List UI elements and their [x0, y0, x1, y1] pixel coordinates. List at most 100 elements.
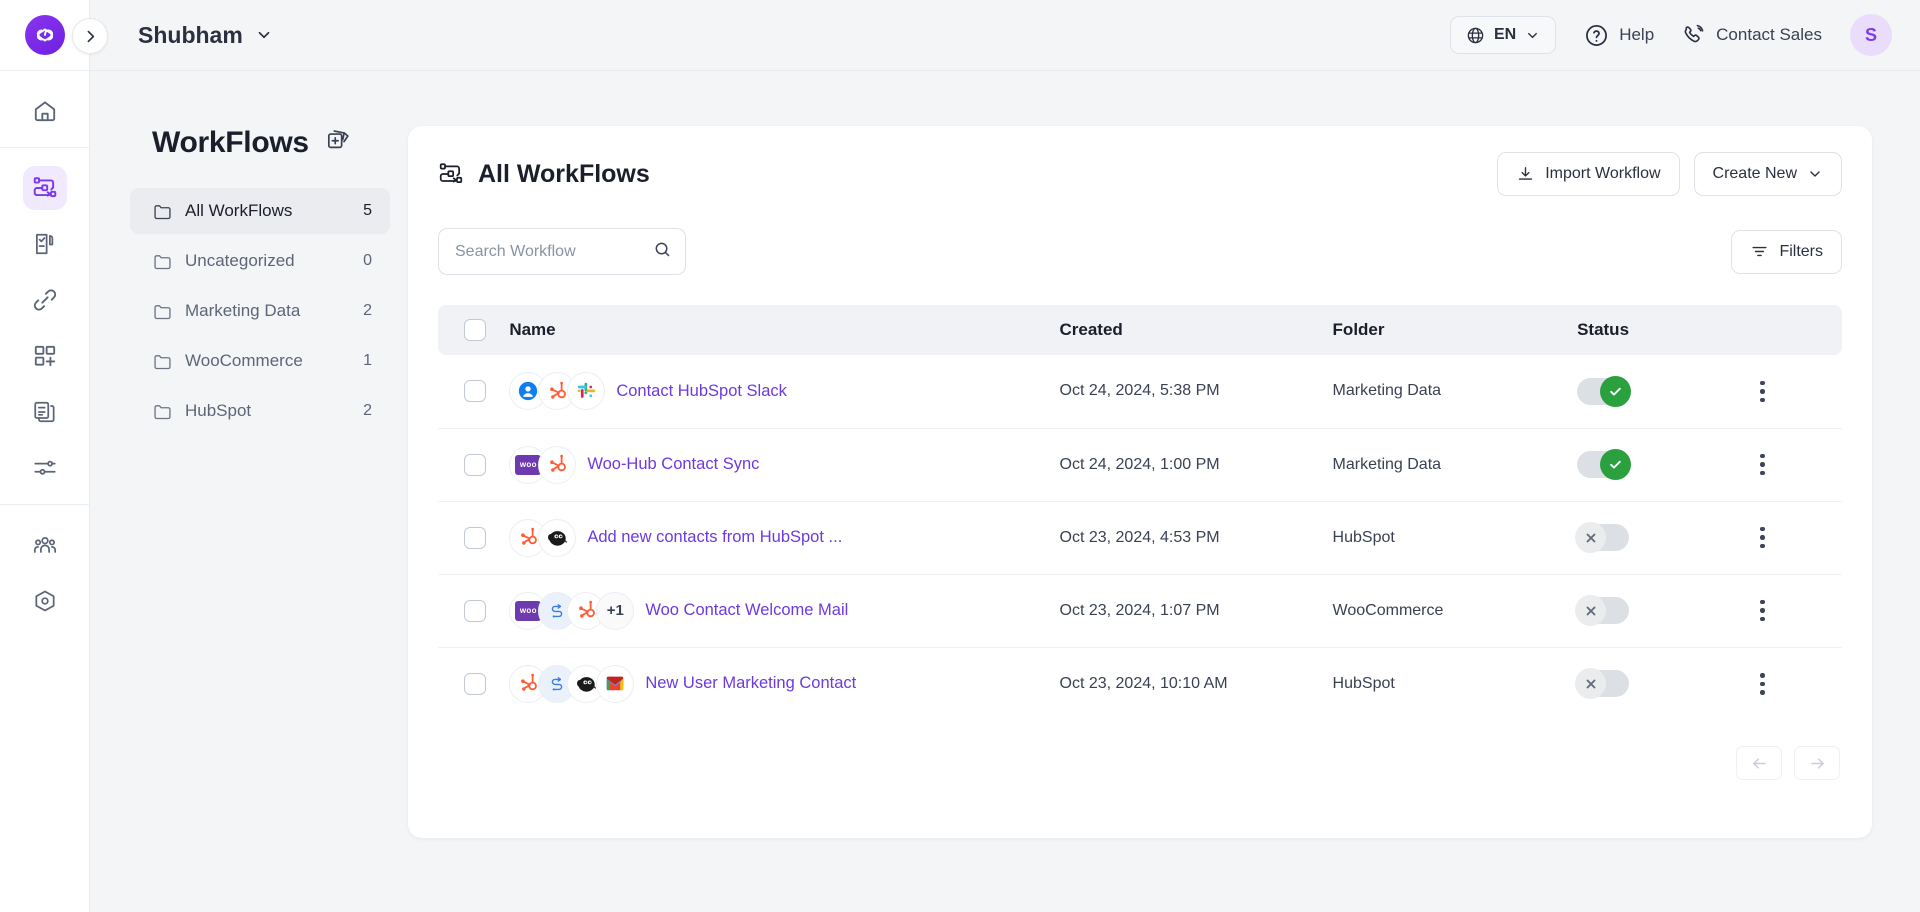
row-folder-cell: WooCommerce [1332, 574, 1578, 648]
card-title: All WorkFlows [438, 160, 650, 189]
row-checkbox[interactable] [464, 453, 486, 476]
sidebar-expand-button[interactable] [72, 18, 108, 54]
sidebar-item-apps[interactable] [23, 334, 67, 378]
row-select-cell [438, 501, 510, 575]
folder-item-woocommerce[interactable]: WooCommerce 1 [130, 338, 390, 384]
row-select-cell [438, 574, 510, 648]
select-all-checkbox[interactable] [464, 319, 486, 341]
row-actions-menu[interactable] [1750, 453, 1774, 476]
workflow-name-link[interactable]: New User Marketing Contact [645, 674, 856, 693]
pagination-next-button[interactable] [1794, 746, 1840, 780]
toolbar: Filters [438, 228, 1842, 275]
status-toggle[interactable] [1577, 449, 1632, 480]
folder-item-all-workflows[interactable]: All WorkFlows 5 [130, 188, 390, 234]
row-checkbox[interactable] [464, 380, 486, 403]
toggle-knob-off-icon [1575, 595, 1607, 626]
row-created-cell: Oct 23, 2024, 1:07 PM [1059, 574, 1333, 648]
workspace-switcher[interactable]: Shubham [138, 22, 273, 49]
workflow-name-link[interactable]: Woo Contact Welcome Mail [645, 601, 848, 620]
table-row[interactable]: woo [438, 428, 1842, 502]
column-header-name: Name [509, 305, 1060, 355]
row-actions-menu[interactable] [1750, 380, 1774, 402]
row-folder-cell: Marketing Data [1332, 355, 1578, 429]
status-toggle[interactable] [1575, 595, 1630, 626]
row-select-cell [438, 647, 509, 720]
search-input[interactable] [438, 228, 686, 275]
row-checkbox[interactable] [464, 599, 486, 622]
workflow-name-link[interactable]: Woo-Hub Contact Sync [587, 455, 759, 474]
folder-list: All WorkFlows 5 Uncategorized 0 Marketin… [130, 188, 390, 434]
workflows-table: Name Created Folder Status Contact HubSp… [438, 305, 1842, 720]
folder-icon [154, 304, 171, 319]
sidebar-item-forms[interactable] [23, 222, 67, 266]
slack-icon [567, 372, 606, 411]
row-select-cell [438, 355, 510, 429]
help-button[interactable]: Help [1584, 23, 1654, 48]
pagination-prev-button[interactable] [1736, 746, 1782, 780]
app-icon-stack [509, 372, 606, 411]
folder-count: 2 [363, 302, 372, 319]
sidebar-item-team[interactable] [23, 523, 67, 567]
table-row[interactable]: Add new contacts from HubSpot ... Oct 23… [438, 501, 1842, 575]
create-new-label: Create New [1712, 165, 1797, 182]
row-actions-menu[interactable] [1750, 526, 1774, 549]
status-toggle[interactable] [1575, 668, 1630, 700]
app-root: Shubham EN Help Contact Sales S WorkFlow… [0, 0, 1920, 912]
folder-item-hubspot[interactable]: HubSpot 2 [130, 388, 390, 434]
row-actions-menu[interactable] [1750, 599, 1774, 622]
mailchimp-icon [538, 518, 577, 557]
workflow-name-link[interactable]: Add new contacts from HubSpot ... [587, 528, 842, 547]
row-status-cell [1577, 355, 1751, 429]
toggle-knob-on-icon [1600, 375, 1632, 407]
row-checkbox[interactable] [464, 526, 486, 549]
table-head: Name Created Folder Status [438, 305, 1842, 355]
folder-label: HubSpot [185, 401, 252, 420]
topbar-actions: EN Help Contact Sales S [1449, 14, 1892, 56]
avatar[interactable]: S [1850, 14, 1892, 56]
add-folder-icon[interactable] [325, 127, 352, 159]
row-checkbox[interactable] [464, 672, 486, 695]
folder-label: WooCommerce [185, 351, 303, 370]
contact-sales-button[interactable]: Contact Sales [1682, 23, 1822, 47]
app-icon-stack: woo [509, 445, 577, 484]
workflow-name-link[interactable]: Contact HubSpot Slack [616, 382, 787, 401]
row-name-cell: woo [509, 428, 1060, 502]
row-status-cell [1575, 574, 1751, 648]
contact-sales-label: Contact Sales [1716, 25, 1822, 44]
filters-button[interactable]: Filters [1731, 229, 1842, 274]
folder-count: 1 [363, 352, 372, 369]
status-toggle[interactable] [1577, 375, 1632, 407]
sidebar-item-home[interactable] [23, 89, 67, 133]
sidebar-item-support[interactable] [23, 579, 67, 623]
column-header-menu [1750, 305, 1842, 355]
sidebar-item-connections[interactable] [23, 278, 67, 322]
sidebar-item-settings[interactable] [23, 446, 67, 490]
language-selector[interactable]: EN [1449, 16, 1557, 54]
app-icon-stack [509, 518, 577, 557]
import-workflow-button[interactable]: Import Workflow [1497, 152, 1680, 196]
sidebar-item-templates[interactable] [23, 390, 67, 434]
toggle-knob-off-icon [1575, 668, 1607, 700]
folder-icon [154, 254, 171, 269]
row-select-cell [438, 428, 510, 502]
row-menu-cell [1750, 647, 1842, 720]
folder-item-uncategorized[interactable]: Uncategorized 0 [130, 238, 390, 284]
table-row[interactable]: Contact HubSpot Slack Oct 24, 2024, 5:38… [438, 355, 1842, 429]
chevron-down-icon [258, 31, 270, 39]
status-toggle[interactable] [1575, 522, 1630, 553]
create-new-button[interactable]: Create New [1693, 152, 1842, 196]
sidebar-item-workflows[interactable] [22, 166, 67, 210]
table-row[interactable]: woo [438, 574, 1842, 648]
page-title: WorkFlows [152, 126, 309, 159]
folder-item-marketing-data[interactable]: Marketing Data 2 [130, 288, 390, 334]
card-actions: Import Workflow Create New [1497, 152, 1842, 196]
row-actions-menu[interactable] [1750, 673, 1774, 695]
rail-group-primary [23, 71, 67, 133]
main-column: Shubham EN Help Contact Sales S WorkFlow… [72, 0, 1920, 912]
toggle-knob-on-icon [1600, 449, 1632, 480]
workspace-name: Shubham [138, 21, 243, 48]
import-workflow-label: Import Workflow [1545, 165, 1661, 182]
pagination [438, 746, 1842, 780]
table-row[interactable]: New User Marketing Contact Oct 23, 2024,… [438, 647, 1842, 720]
arrow-right-icon [1810, 757, 1824, 769]
